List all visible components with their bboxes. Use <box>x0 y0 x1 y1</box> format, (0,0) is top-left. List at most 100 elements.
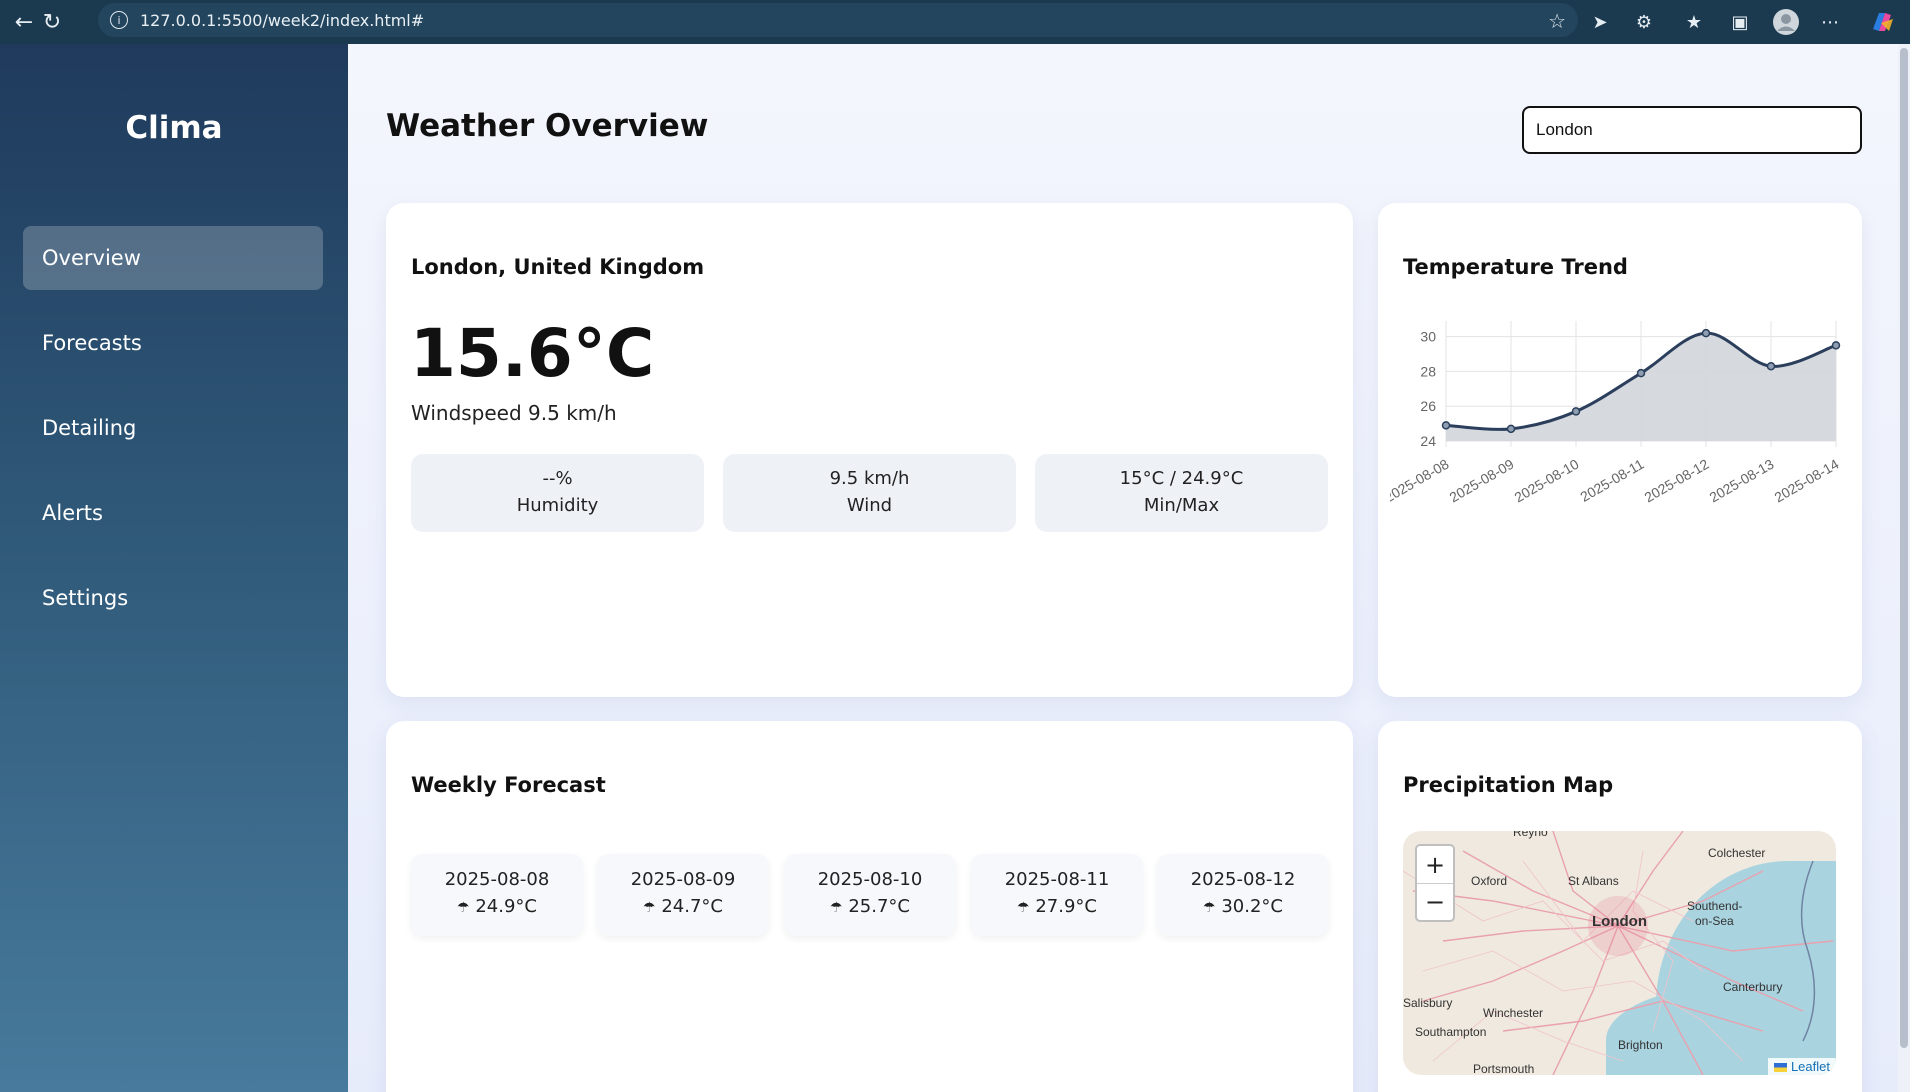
map-label: Colchester <box>1708 846 1766 860</box>
page-title: Weather Overview <box>386 108 709 144</box>
stat-value: --% <box>542 468 573 489</box>
sidebar-item-forecasts[interactable]: Forecasts <box>23 311 323 375</box>
reload-icon[interactable]: ↻ <box>36 6 68 38</box>
current-weather-card: London, United Kingdom 15.6°C Windspeed … <box>386 203 1353 697</box>
stat-label: Wind <box>846 495 893 516</box>
stat-min-max: 15°C / 24.9°C Min/Max <box>1035 454 1328 532</box>
map-label: Winchester <box>1483 1006 1544 1020</box>
favorites-icon[interactable]: ★ <box>1678 6 1710 38</box>
data-point <box>1636 368 1646 378</box>
main-content: Weather Overview London, United Kingdom … <box>348 44 1898 1092</box>
cloud-rain-icon: ☂ <box>457 900 470 916</box>
collections-icon[interactable]: ▣ <box>1724 6 1756 38</box>
forecast-date: 2025-08-10 <box>817 869 923 890</box>
stat-value: 9.5 km/h <box>829 468 910 489</box>
current-temperature: 15.6°C <box>410 315 655 392</box>
forecast-date: 2025-08-12 <box>1190 869 1296 890</box>
windspeed-text: Windspeed 9.5 km/h <box>411 401 617 425</box>
y-tick-label: 30 <box>1420 329 1436 345</box>
location-title: London, United Kingdom <box>411 255 705 279</box>
site-info-icon[interactable]: i <box>110 11 128 29</box>
x-tick-label: 2025-08-14 <box>1771 456 1841 506</box>
scrollbar-thumb[interactable] <box>1900 48 1908 1048</box>
copilot-icon[interactable] <box>1866 6 1898 38</box>
map-label: Brighton <box>1618 1038 1663 1052</box>
data-point <box>1571 407 1581 416</box>
stat-value: 15°C / 24.9°C <box>1119 468 1244 489</box>
map-label: St Albans <box>1568 874 1619 888</box>
ukraine-flag-icon <box>1774 1063 1788 1073</box>
data-point <box>1441 421 1451 430</box>
page-scrollbar[interactable] <box>1898 44 1910 1092</box>
temperature-trend-card: Temperature Trend 24 26 28 30 2025-08-08 2025… <box>1378 203 1862 697</box>
data-point <box>1766 361 1776 371</box>
forecast-day-card: 2025-08-12 ☂ 30.2°C <box>1157 854 1329 936</box>
forecast-temp: 27.9°C <box>1035 896 1097 917</box>
stat-label: Min/Max <box>1143 495 1220 516</box>
forecast-date: 2025-08-11 <box>1004 869 1110 890</box>
map-label: Oxford <box>1471 874 1508 888</box>
cloud-rain-icon: ☂ <box>643 900 656 916</box>
weekly-forecast-card: Weekly Forecast 2025-08-08 ☂ 24.9°C 2025… <box>386 721 1353 1092</box>
map-label: Portsmouth <box>1473 1062 1535 1075</box>
map-label: on-Sea <box>1695 914 1734 928</box>
leaflet-attribution[interactable]: Leaflet <box>1768 1058 1836 1075</box>
forecast-temp: 30.2°C <box>1221 896 1283 917</box>
url-text: 127.0.0.1:5500/week2/index.html# <box>140 10 425 30</box>
map-label: Southampton <box>1415 1025 1487 1039</box>
stat-wind: 9.5 km/h Wind <box>723 454 1016 532</box>
precipitation-map-card: Precipitation Map Reyno Colchester Oxfor… <box>1378 721 1862 1092</box>
data-point <box>1506 424 1516 434</box>
attribution-link[interactable]: Leaflet <box>1791 1059 1830 1074</box>
sidebar-item-overview[interactable]: Overview <box>23 226 323 290</box>
trend-title: Temperature Trend <box>1403 255 1628 279</box>
data-point <box>1701 328 1711 338</box>
forecast-date: 2025-08-08 <box>444 869 550 890</box>
forecast-temp: 25.7°C <box>848 896 910 917</box>
forecast-day-card: 2025-08-11 ☂ 27.9°C <box>971 854 1143 936</box>
x-tick-label: 2025-08-13 <box>1706 456 1776 506</box>
stat-humidity: --% Humidity <box>411 454 704 532</box>
cloud-rain-icon: ☂ <box>830 900 843 916</box>
sidebar-item-settings[interactable]: Settings <box>23 566 323 630</box>
map-label: Salisbury <box>1403 996 1453 1010</box>
x-tick-label: 2025-08-10 <box>1511 456 1581 506</box>
x-tick-label: 2025-08-12 <box>1641 456 1711 506</box>
x-tick-label: 2025-08-11 <box>1577 456 1646 505</box>
map-label: Southend- <box>1687 899 1743 913</box>
forecast-temp: 24.7°C <box>661 896 723 917</box>
extensions-puzzle-icon[interactable]: ⚙ <box>1628 6 1660 38</box>
address-bar[interactable]: i 127.0.0.1:5500/week2/index.html# ☆ <box>98 3 1578 37</box>
x-tick-label: 2025-08-09 <box>1446 456 1516 506</box>
more-menu-icon[interactable]: ⋯ <box>1814 6 1846 38</box>
forecast-date: 2025-08-09 <box>630 869 736 890</box>
precipitation-map[interactable]: Reyno Colchester Oxford St Albans London… <box>1403 831 1836 1075</box>
forecast-day-card: 2025-08-10 ☂ 25.7°C <box>784 854 956 936</box>
data-point <box>1831 341 1841 350</box>
y-tick-label: 28 <box>1420 363 1436 379</box>
brand-logo: Clima <box>125 110 223 146</box>
profile-avatar-icon[interactable] <box>1770 6 1802 38</box>
browser-toolbar: ← ↻ i 127.0.0.1:5500/week2/index.html# ☆… <box>0 0 1910 44</box>
forecast-day-card: 2025-08-09 ☂ 24.7°C <box>597 854 769 936</box>
map-title: Precipitation Map <box>1403 773 1614 797</box>
map-zoom-control: + − <box>1415 844 1455 922</box>
y-tick-label: 26 <box>1420 398 1436 414</box>
cloud-rain-icon: ☂ <box>1017 900 1030 916</box>
map-label: Canterbury <box>1723 980 1783 994</box>
temperature-trend-chart: 242628302025-08-082025-08-092025-08-1020… <box>1390 321 1842 506</box>
city-search-input[interactable] <box>1522 106 1862 154</box>
zoom-out-button[interactable]: − <box>1417 883 1453 920</box>
map-label: Reyno <box>1513 831 1548 839</box>
favorite-star-icon[interactable]: ☆ <box>1548 9 1566 33</box>
forecast-day-card: 2025-08-08 ☂ 24.9°C <box>411 854 583 936</box>
stat-label: Humidity <box>516 495 599 516</box>
map-label: London <box>1592 913 1647 930</box>
sidebar-item-detailing[interactable]: Detailing <box>23 396 323 460</box>
zoom-in-button[interactable]: + <box>1417 846 1453 883</box>
extension-icon[interactable]: ➤ <box>1584 6 1616 38</box>
x-tick-label: 2025-08-08 <box>1390 456 1452 506</box>
weekly-title: Weekly Forecast <box>411 773 606 797</box>
sidebar-item-alerts[interactable]: Alerts <box>23 481 323 545</box>
sidebar: Clima Overview Forecasts Detailing Alert… <box>0 44 348 1092</box>
